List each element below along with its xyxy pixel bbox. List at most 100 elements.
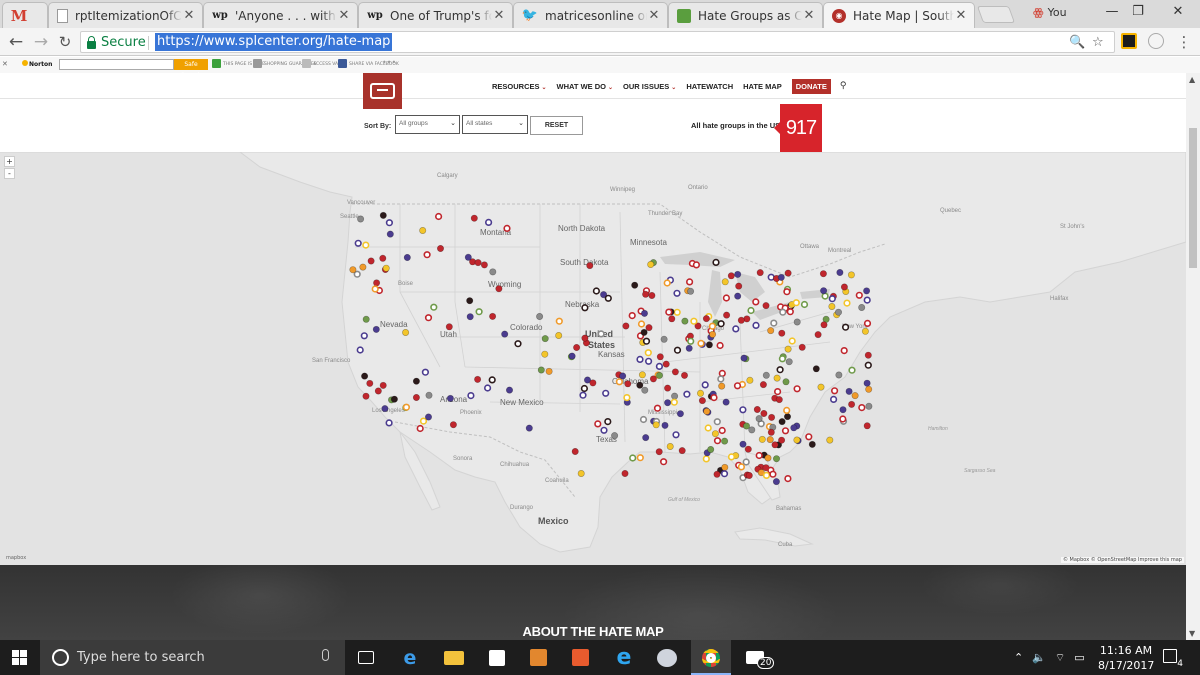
hate-group-marker[interactable] [742,422,750,430]
close-tab-icon[interactable]: ✕ [182,8,196,23]
hate-group-marker[interactable] [624,380,632,388]
hate-group-marker[interactable] [379,254,387,262]
tab-twitter[interactable]: 🐦 matricesonline on Twi ✕ [513,2,668,28]
hate-group-marker[interactable] [600,426,608,434]
internet-explorer-icon[interactable]: e [604,640,644,675]
hate-group-marker[interactable] [784,475,792,483]
hate-group-marker[interactable] [770,319,778,327]
hate-group-marker[interactable] [638,371,646,379]
hate-group-marker[interactable] [421,368,430,376]
battery-icon[interactable]: ▭ [1074,651,1084,664]
hate-group-marker[interactable] [670,398,678,406]
hate-group-marker[interactable] [703,407,711,415]
hate-group-marker[interactable] [727,272,735,280]
hate-group-marker[interactable] [349,266,357,274]
hate-group-marker[interactable] [864,361,872,369]
hate-group-marker[interactable] [716,341,724,350]
hate-group-marker[interactable] [792,299,800,307]
hate-group-marker[interactable] [793,436,801,444]
hate-group-marker[interactable] [680,371,688,379]
hate-group-marker[interactable] [685,344,693,352]
donate-button[interactable]: DONATE [791,78,831,94]
hate-group-marker[interactable] [819,270,827,278]
hate-group-marker[interactable] [863,422,871,430]
hate-group-marker[interactable] [840,347,848,355]
hate-group-marker[interactable] [466,297,474,305]
file-explorer-icon[interactable] [434,640,474,675]
safe-search-button[interactable]: Safe Search [174,59,208,79]
hate-group-marker[interactable] [652,421,660,429]
hate-group-marker[interactable] [690,317,698,325]
hate-group-marker[interactable] [793,318,801,326]
hate-group-marker[interactable] [445,323,453,331]
hate-group-marker[interactable] [639,415,648,424]
hate-group-marker[interactable] [673,289,681,297]
hate-group-marker[interactable] [475,308,483,316]
hate-group-marker[interactable] [713,470,721,478]
hate-group-marker[interactable] [727,453,736,461]
map-canvas[interactable]: Calgary Winnipeg Vancouver Seattle Thund… [0,152,1186,565]
back-arrow-icon[interactable]: ← [6,32,26,52]
states-select[interactable]: All states ⌄ [462,115,528,134]
hate-group-marker[interactable] [858,304,866,312]
hate-group-marker[interactable] [367,257,375,265]
volume-icon[interactable]: 🔈 [1032,651,1046,664]
hate-group-marker[interactable] [676,410,684,418]
hate-group-marker[interactable] [779,308,787,316]
hate-group-marker[interactable] [663,279,671,287]
hate-group-marker[interactable] [784,345,792,353]
hate-group-marker[interactable] [723,311,731,319]
hate-group-marker[interactable] [621,469,629,477]
hate-group-marker[interactable] [655,362,664,370]
hate-group-marker[interactable] [708,322,717,330]
windows-start-icon[interactable] [12,650,27,665]
hate-group-marker[interactable] [696,389,704,397]
hate-group-marker[interactable] [773,388,782,396]
hate-group-marker[interactable] [474,375,482,383]
hate-group-marker[interactable] [702,315,710,323]
hate-group-marker[interactable] [541,350,549,358]
hate-group-marker[interactable] [402,329,410,337]
hate-group-marker[interactable] [382,264,390,272]
hate-group-marker[interactable] [793,385,801,393]
hate-group-marker[interactable] [645,324,653,332]
tab-hate-groups-charities[interactable]: Hate Groups as Charit ✕ [668,2,823,28]
hate-group-marker[interactable] [687,287,695,295]
hate-group-marker[interactable] [843,299,851,307]
hate-group-marker[interactable] [423,251,431,259]
hate-group-marker[interactable] [678,447,686,455]
hate-group-marker[interactable] [840,283,848,291]
hate-group-marker[interactable] [778,355,787,363]
hate-group-marker[interactable] [604,294,612,302]
close-tab-icon[interactable]: ✕ [647,8,661,23]
hate-group-marker[interactable] [814,331,822,339]
hate-group-marker[interactable] [379,381,387,389]
hate-group-marker[interactable] [788,337,796,345]
hate-group-marker[interactable] [592,287,601,295]
hate-group-marker[interactable] [577,469,585,477]
hate-group-marker[interactable] [851,392,859,400]
hate-group-marker[interactable] [374,387,382,395]
hate-group-marker[interactable] [732,325,740,333]
hate-group-marker[interactable] [623,394,631,402]
restore-button[interactable]: ❐ [1118,4,1158,24]
hate-group-marker[interactable] [783,288,791,296]
hate-group-marker[interactable] [474,259,482,267]
hate-group-marker[interactable] [644,357,653,365]
hate-group-marker[interactable] [545,367,553,375]
hate-group-marker[interactable] [615,378,624,386]
hate-group-marker[interactable] [671,392,679,400]
hate-group-marker[interactable] [644,349,652,357]
hate-group-marker[interactable] [755,415,763,423]
hate-group-marker[interactable] [356,346,364,354]
hate-group-marker[interactable] [666,442,674,450]
hate-group-marker[interactable] [673,346,682,354]
hate-group-marker[interactable] [863,287,871,295]
hate-group-marker[interactable] [424,314,433,322]
hate-group-marker[interactable] [466,313,474,321]
mail-icon[interactable]: 20 [735,640,775,675]
hate-group-marker[interactable] [762,371,770,379]
hate-group-marker[interactable] [704,424,712,432]
hate-group-marker[interactable] [488,376,496,384]
hate-group-marker[interactable] [580,384,589,393]
